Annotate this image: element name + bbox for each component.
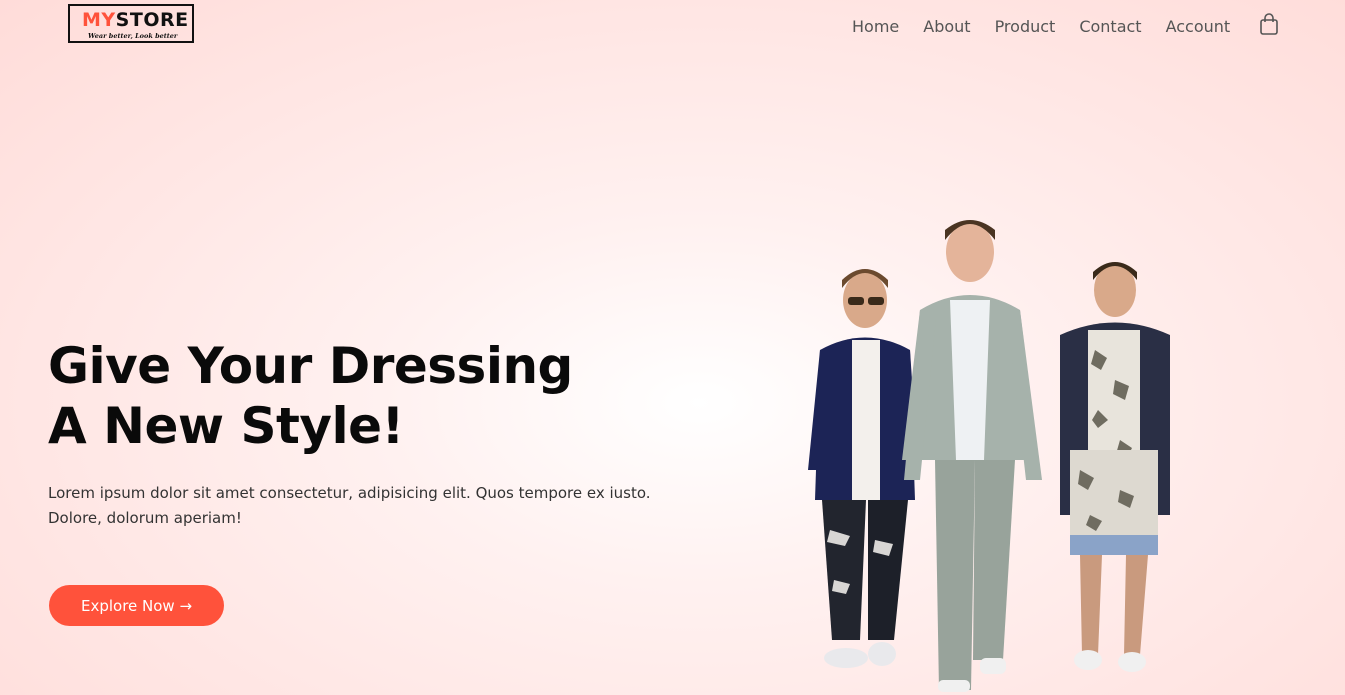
hero-title-line1: Give Your Dressing <box>48 337 573 395</box>
logo[interactable]: MYSTORE Wear better, Look better <box>68 4 194 43</box>
logo-wordmark: MYSTORE <box>82 10 189 30</box>
nav-item-about[interactable]: About <box>923 16 970 38</box>
hero-title-line2: A New Style! <box>48 397 404 455</box>
hero-models-image <box>790 210 1190 695</box>
hero-title: Give Your Dressing A New Style! <box>48 336 573 456</box>
nav-item-home[interactable]: Home <box>852 16 899 38</box>
logo-tagline: Wear better, Look better <box>88 32 178 40</box>
model-center <box>902 220 1042 692</box>
hero-description: Lorem ipsum dolor sit amet consectetur, … <box>48 481 658 531</box>
explore-now-button[interactable]: Explore Now → <box>49 585 224 626</box>
nav-item-product[interactable]: Product <box>995 16 1056 38</box>
hero-description-line1: Lorem ipsum dolor sit amet consectetur, … <box>48 484 651 502</box>
nav-item-contact[interactable]: Contact <box>1079 16 1141 38</box>
main-nav: Home About Product Contact Account <box>852 16 1254 38</box>
logo-brand-my: MY <box>82 9 116 31</box>
model-left <box>808 269 918 668</box>
hero-description-line2: Dolore, dolorum aperiam! <box>48 509 242 527</box>
model-right <box>1060 262 1170 672</box>
logo-brand-store: STORE <box>115 9 189 31</box>
shopping-bag-icon[interactable] <box>1259 13 1279 35</box>
nav-item-account[interactable]: Account <box>1166 16 1231 38</box>
